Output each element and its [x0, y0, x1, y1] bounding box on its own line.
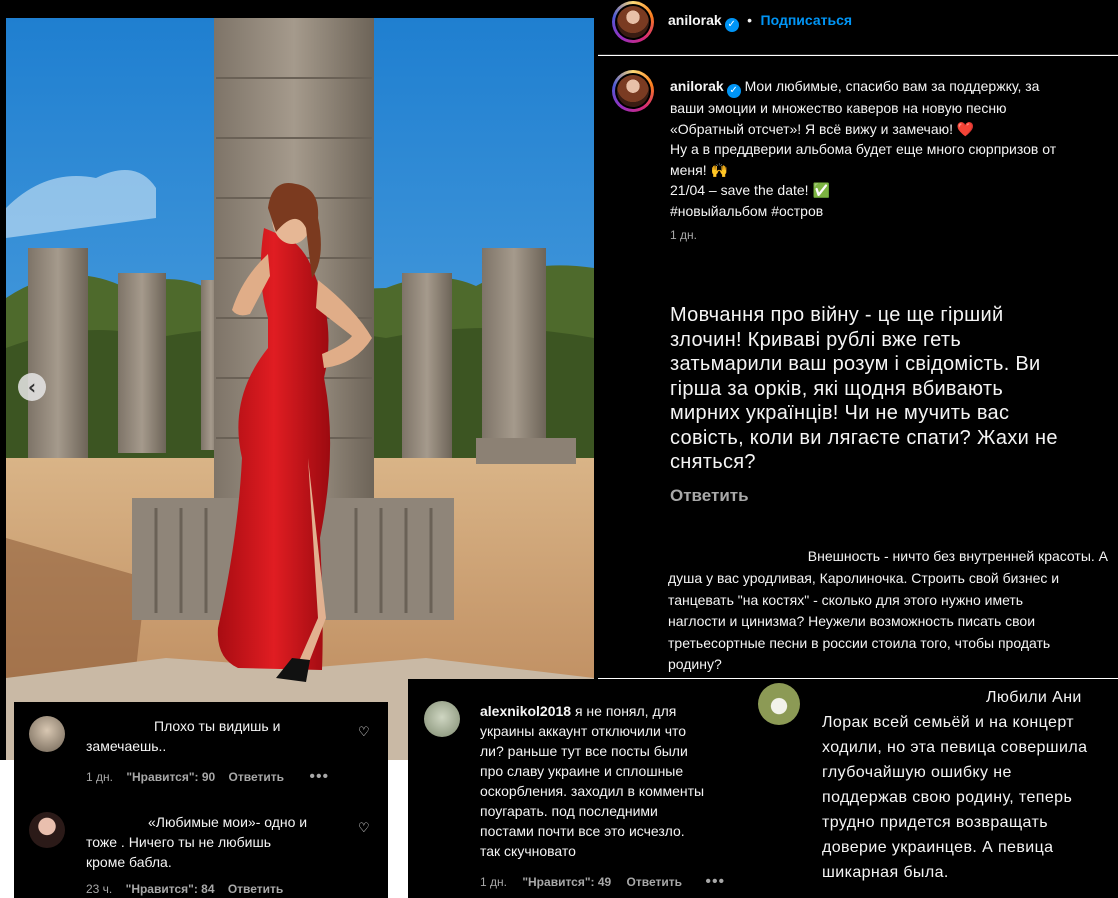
- comment-meta: 1 дн. "Нравится": 90 Ответить •••: [86, 768, 329, 786]
- comment-line: тоже . Ничего ты не любишь: [86, 834, 271, 850]
- comment-line: так скучновато: [480, 843, 576, 859]
- comment-text: Внешность - ничто без внутренней красоты…: [668, 546, 1108, 568]
- comment-username[interactable]: alexnikol2018: [480, 703, 571, 719]
- comment-text: alexnikol2018 я не понял, для украины ак…: [480, 701, 742, 861]
- comment-line: родину?: [668, 656, 722, 672]
- comment-text: Плохо ты видишь и замечаешь..: [86, 716, 356, 756]
- comment-line: наглости и цинизма? Неужели возможность …: [668, 613, 1036, 629]
- username-link[interactable]: anilorak: [668, 12, 722, 28]
- caption-line: Ну а в преддверии альбома будет еще мног…: [670, 141, 1057, 157]
- caption-line: меня! 🙌: [670, 161, 728, 178]
- caption-line: «Обратный отсчет»! Я всё вижу и замечаю!…: [670, 120, 975, 137]
- comment-line: танцевать "на костях" - сколько для этог…: [668, 591, 1024, 608]
- comment-text: «Любимые мои»- одно и тоже . Ничего ты н…: [86, 812, 356, 872]
- verified-icon: ✓: [724, 18, 739, 32]
- commenter-avatar[interactable]: [29, 716, 65, 752]
- comment-text: Любили Ани Лорак всей семьёй и на концер…: [822, 685, 1112, 885]
- post-header: anilorak ✓ • Подписаться: [598, 0, 1118, 55]
- comment-ukrainian: Мовчання про війну - це ще гірший злочин…: [598, 256, 1118, 530]
- more-options-icon[interactable]: •••: [309, 768, 329, 785]
- caption-line: ваши эмоции и множество каверов на новую…: [670, 100, 1007, 116]
- comment-line: глубочайшую ошибку не: [822, 764, 1012, 781]
- comment-line: постами почти все это исчезло.: [480, 823, 685, 839]
- reply-button[interactable]: Ответить: [228, 882, 283, 896]
- likes-count[interactable]: "Нравится": 90: [126, 770, 215, 784]
- commenter-avatar[interactable]: [758, 683, 800, 725]
- caption-username[interactable]: anilorak: [670, 78, 724, 94]
- comment-line: Лорак всей семьёй и на концерт: [822, 714, 1074, 731]
- comment-line: злочин! Криваві рублі вже геть: [670, 328, 962, 351]
- comment-line: Мовчання про війну - це ще гірший: [670, 304, 1004, 326]
- likes-count[interactable]: "Нравится": 84: [126, 882, 215, 896]
- post-caption-block: anilorak ✓ Мои любимые, спасибо вам за по…: [598, 56, 1118, 256]
- caption-avatar[interactable]: [612, 70, 654, 112]
- separator-dot: •: [747, 12, 753, 28]
- comment-text-rest: душа у вас уродливая, Каролиночка. Строи…: [668, 568, 1108, 676]
- carousel-prev-button[interactable]: ‹: [18, 373, 46, 401]
- avatar[interactable]: [612, 1, 654, 43]
- comment-line: про славу украине и сплошные: [480, 763, 684, 779]
- verified-icon: ✓: [726, 84, 741, 98]
- comment-time: 1 дн.: [86, 770, 113, 784]
- comment-meta: 23 ч. "Нравится": 84 Ответить: [86, 882, 283, 896]
- comment-meta: 1 дн. "Нравится": 49 Ответить •••: [480, 873, 725, 891]
- comment-line: трудно придется возвращать: [822, 814, 1048, 831]
- comment-line: ли? раньше тут все посты были: [480, 743, 688, 759]
- comment-line: «Любимые мои»- одно и: [148, 814, 308, 830]
- reply-button[interactable]: Ответить: [627, 875, 682, 889]
- post-caption: anilorak ✓ Мои любимые, спасибо вам за по…: [670, 76, 1110, 221]
- comment-line: кроме бабла.: [86, 854, 172, 870]
- comment-line: поддержав свою родину, теперь: [822, 789, 1073, 806]
- post-photo-panel: ‹: [0, 0, 598, 760]
- hashtags[interactable]: #новыйальбом #остров: [670, 201, 1110, 222]
- comment-line: Плохо ты видишь и: [154, 718, 281, 734]
- like-heart-icon[interactable]: ♡: [358, 724, 370, 740]
- comment-line: гірша за орків, які щодня вбивають: [670, 377, 1004, 400]
- comment-line: совість, коли ви лягаєте спати? Жахи не: [670, 426, 1058, 449]
- commenter-avatar[interactable]: [29, 812, 65, 848]
- comment-line: затьмарили ваш розум і свідомість. Ви: [670, 353, 1041, 375]
- comment-beauty: Внешность - ничто без внутренней красоты…: [598, 530, 1118, 678]
- comment-line: ходили, но эта певица совершила: [822, 739, 1088, 756]
- like-heart-icon[interactable]: ♡: [358, 820, 370, 836]
- comment-card-middle: alexnikol2018 я не понял, для украины ак…: [408, 679, 748, 898]
- likes-count[interactable]: "Нравится": 49: [522, 875, 611, 889]
- comment-line: душа у вас уродливая, Каролиночка. Строи…: [668, 570, 1060, 586]
- comment-line: доверие украинцев. А певица: [822, 839, 1054, 856]
- comment-line: мирних українців! Чи не мучить вас: [670, 402, 1010, 424]
- more-options-icon[interactable]: •••: [705, 873, 725, 890]
- comment-line: третьесортные песни в россии стоила того…: [668, 634, 1051, 651]
- comment-line: шикарная была.: [822, 864, 949, 881]
- post-photo: [6, 18, 594, 760]
- comment-line: Любили Ани: [986, 689, 1082, 706]
- caption-line: Мои любимые, спасибо вам за поддержку, з…: [744, 78, 1040, 94]
- comment-line: я не понял, для: [574, 703, 677, 719]
- reply-button[interactable]: Ответить: [229, 770, 284, 784]
- comments-card-left: Плохо ты видишь и замечаешь.. ♡ 1 дн. "Н…: [14, 702, 388, 898]
- comment-line: Внешность - ничто без внутренней красоты…: [807, 548, 1108, 564]
- caption-line: 21/04 – save the date! ✅: [670, 182, 830, 198]
- commenter-avatar[interactable]: [424, 701, 460, 737]
- comment-text: Мовчання про війну - це ще гірший злочин…: [670, 303, 1110, 475]
- comment-card-right: Любили Ани Лорак всей семьёй и на концер…: [748, 679, 1118, 898]
- comment-time: 1 дн.: [480, 875, 507, 889]
- follow-button[interactable]: Подписаться: [761, 12, 853, 28]
- comment-line: оскорбления. заходил в комменты: [480, 783, 705, 799]
- post-time: 1 дн.: [670, 228, 697, 242]
- comment-line: украины аккаунт отключили что: [480, 723, 687, 739]
- comment-line: поугарать. под последними: [480, 803, 658, 819]
- reply-button[interactable]: Ответить: [670, 486, 749, 506]
- comment-line: замечаешь..: [86, 738, 167, 754]
- comment-time: 23 ч.: [86, 882, 113, 896]
- comment-line: сняться?: [670, 451, 756, 473]
